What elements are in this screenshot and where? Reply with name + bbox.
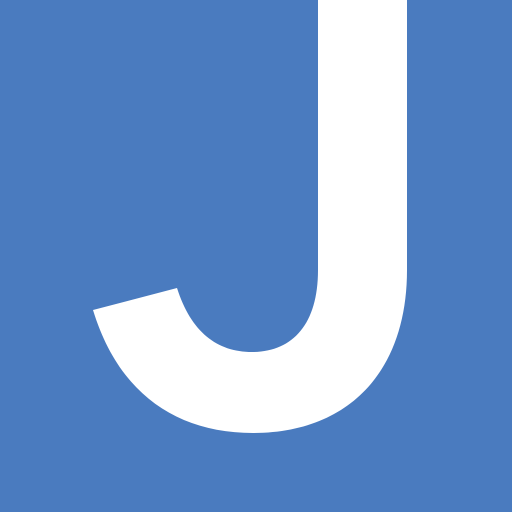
logo-background (0, 0, 512, 512)
letter-j-logo-icon (0, 0, 512, 512)
app-logo-icon (0, 0, 512, 512)
